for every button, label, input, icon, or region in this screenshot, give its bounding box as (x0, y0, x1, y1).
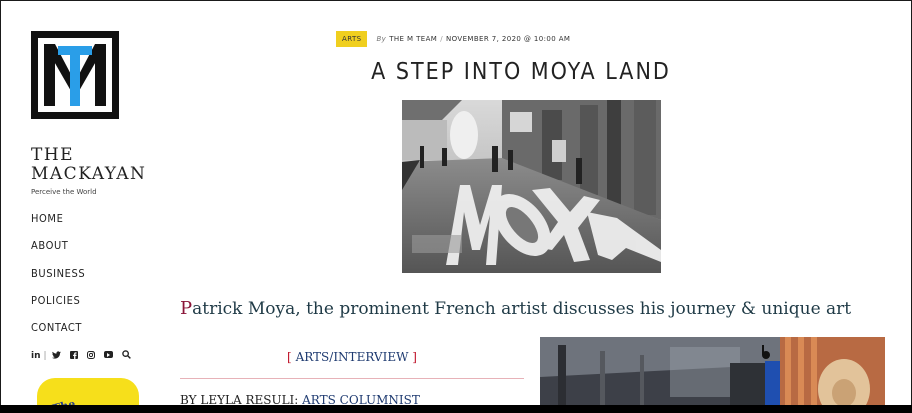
divider: | (43, 351, 47, 361)
nav-item-business[interactable]: BUSINESS (31, 267, 85, 294)
by-label: By (376, 35, 387, 43)
search-icon[interactable] (121, 350, 131, 362)
bracket-open: [ (287, 350, 292, 364)
facebook-icon[interactable] (69, 350, 78, 362)
section-label-text: ARTS/INTERVIEW (295, 350, 409, 364)
section-divider (180, 378, 524, 379)
hero-image[interactable] (402, 100, 661, 273)
bottom-taskbar (0, 405, 912, 413)
site-tagline: Perceive the World (31, 188, 97, 196)
social-links: in | (31, 350, 131, 362)
gallery-photo (540, 337, 885, 412)
section-label[interactable]: [ ARTS/INTERVIEW ] (180, 350, 524, 364)
youtube-icon[interactable] (103, 351, 113, 361)
post-date: NOVEMBER 7, 2020 @ 10:00 AM (445, 35, 571, 43)
site-title[interactable]: THE MACKAYAN (31, 146, 161, 184)
nav-item-contact[interactable]: CONTACT (31, 321, 85, 348)
bracket-close: ] (412, 350, 417, 364)
moya-station-photo (402, 100, 661, 273)
page-frame: THE MACKAYAN Perceive the World HOME ABO… (0, 0, 912, 413)
gallery-image[interactable] (540, 337, 885, 412)
drop-cap: P (180, 298, 193, 319)
twitter-icon[interactable] (51, 350, 61, 362)
linkedin-icon[interactable]: in (31, 351, 41, 361)
lead-text: atrick Moya, the prominent French artist… (192, 299, 852, 319)
logo-mt-icon (44, 44, 106, 106)
post-meta: ARTS By THE M TEAM / NOVEMBER 7, 2020 @ … (336, 31, 570, 47)
nav-item-policies[interactable]: POLICIES (31, 294, 85, 321)
nav-item-home[interactable]: HOME (31, 212, 85, 239)
post-title: A STEP INTO MOYA LAND (371, 59, 671, 85)
meta-separator: / (440, 35, 443, 43)
article-lead: Patrick Moya, the prominent French artis… (180, 298, 880, 319)
category-badge[interactable]: ARTS (336, 31, 368, 47)
instagram-icon[interactable] (86, 350, 95, 362)
author-link[interactable]: THE M TEAM (389, 35, 437, 43)
main-nav: HOME ABOUT BUSINESS POLICIES CONTACT (31, 212, 85, 348)
nav-item-about[interactable]: ABOUT (31, 239, 85, 266)
site-logo[interactable] (31, 31, 119, 119)
